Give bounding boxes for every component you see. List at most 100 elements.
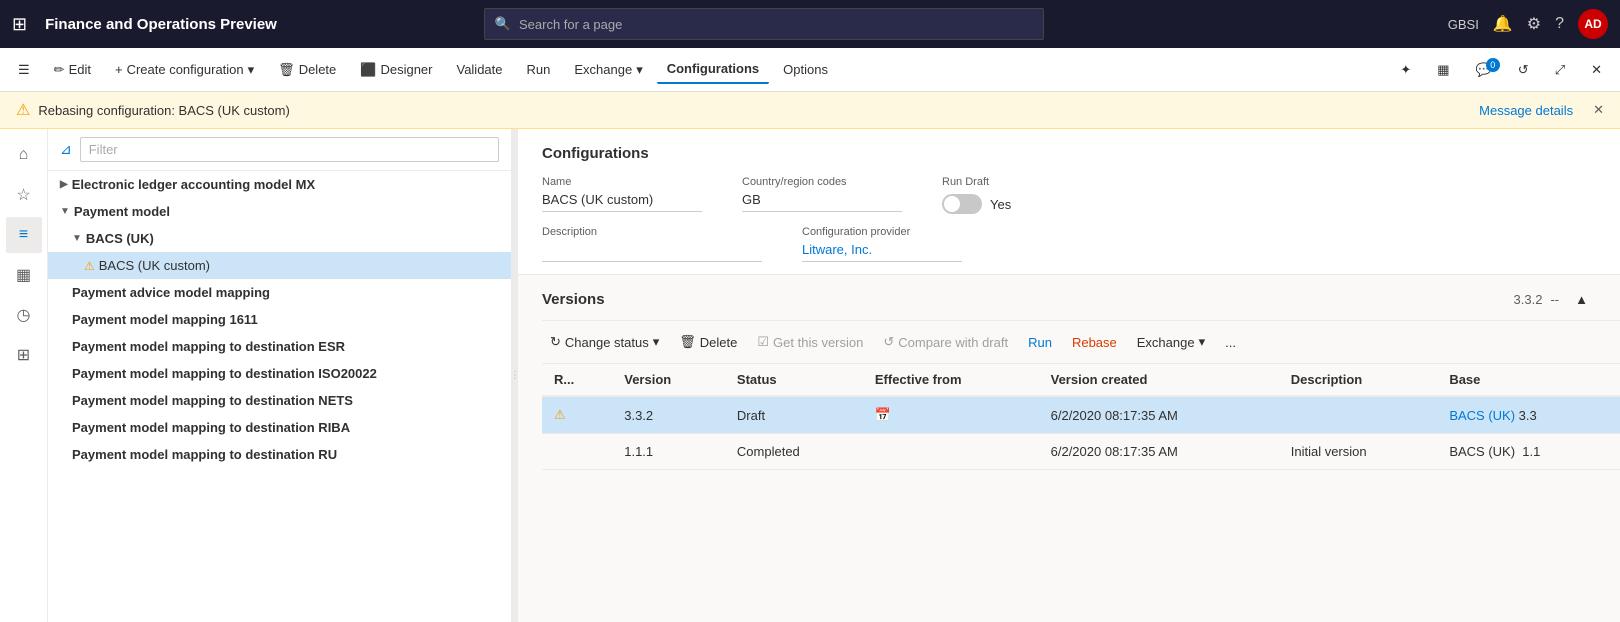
provider-label: Configuration provider (802, 226, 962, 238)
notification-badge-button[interactable]: 💬 0 (1466, 56, 1502, 84)
versions-exchange-button[interactable]: Exchange ▾ (1129, 329, 1213, 355)
tree-item-payment-model[interactable]: ▼ Payment model (48, 198, 511, 225)
row-created: 6/2/2020 08:17:35 AM (1039, 396, 1279, 434)
tree-item-mapping-riba[interactable]: Payment model mapping to destination RIB… (48, 414, 511, 441)
top-header: ⊞ Finance and Operations Preview 🔍 GBSI … (0, 0, 1620, 48)
filter-input[interactable] (80, 137, 499, 162)
refresh-button[interactable]: ↺ (1508, 56, 1539, 84)
columns-button[interactable]: ▦ (1427, 56, 1459, 84)
help-icon[interactable]: ? (1555, 15, 1564, 33)
cmd-right-icons: ✦ ▦ 💬 0 ↺ ⤢ ✕ (1390, 56, 1612, 84)
tree-item-bacs-uk[interactable]: ▼ BACS (UK) (48, 225, 511, 252)
tree-item-electronic-ledger[interactable]: ▶ Electronic ledger accounting model MX (48, 171, 511, 198)
tree-item-label: BACS (UK custom) (99, 258, 210, 273)
options-button[interactable]: Options (773, 56, 838, 83)
tree-item-label: Payment model (74, 204, 170, 219)
country-field: Country/region codes GB (742, 176, 902, 214)
row-description (1279, 396, 1438, 434)
tree-item-payment-advice[interactable]: Payment advice model mapping (48, 279, 511, 306)
warning-message: Rebasing configuration: BACS (UK custom) (38, 103, 289, 118)
tree-item-label: BACS (UK) (86, 231, 154, 246)
sidebar-grid-icon[interactable]: ▦ (6, 257, 42, 293)
search-input[interactable] (519, 17, 1033, 32)
description-value (542, 240, 762, 262)
change-status-button[interactable]: ↻ Change status ▾ (542, 329, 667, 355)
chevron-down-icon: ▾ (248, 62, 255, 78)
message-details-link[interactable]: Message details (1479, 103, 1573, 118)
exchange-button[interactable]: Exchange ▾ (564, 56, 652, 84)
chevron-down-icon: ▼ (72, 233, 82, 244)
run-draft-field: Run Draft Yes (942, 176, 1102, 214)
sidebar-clock-icon[interactable]: ◷ (6, 297, 42, 333)
toggle-knob (944, 196, 960, 212)
toggle-container: Yes (942, 194, 1102, 214)
config-section-title: Configurations (542, 145, 1596, 162)
row-status: Draft (725, 396, 863, 434)
tree-item-mapping-ru[interactable]: Payment model mapping to destination RU (48, 441, 511, 468)
gear-icon[interactable]: ⚙ (1527, 14, 1541, 34)
menu-button[interactable]: ☰ (8, 56, 40, 84)
popout-button[interactable]: ⤢ (1545, 56, 1575, 84)
run-draft-toggle[interactable] (942, 194, 982, 214)
col-effective: Effective from (863, 364, 1039, 396)
content-panel: Configurations Name BACS (UK custom) Cou… (518, 129, 1620, 622)
validate-button[interactable]: Validate (446, 56, 512, 83)
calendar-icon[interactable]: 📅 (875, 407, 891, 422)
name-field: Name BACS (UK custom) (542, 176, 702, 214)
change-status-chevron: ▾ (653, 334, 660, 350)
config-header: Configurations Name BACS (UK custom) Cou… (518, 129, 1620, 275)
more-options-button[interactable]: ... (1217, 330, 1244, 355)
base-link[interactable]: BACS (UK) (1449, 408, 1515, 423)
col-created: Version created (1039, 364, 1279, 396)
table-header-row: R... Version Status Effective from Versi… (542, 364, 1620, 396)
provider-value[interactable]: Litware, Inc. (802, 240, 962, 262)
versions-delete-button[interactable]: 🗑 Delete (671, 329, 745, 355)
tree-item-mapping-esr[interactable]: Payment model mapping to destination ESR (48, 333, 511, 360)
tree-item-mapping-iso20022[interactable]: Payment model mapping to destination ISO… (48, 360, 511, 387)
row-status: Completed (725, 434, 863, 470)
chevron-down-icon: ▼ (60, 206, 70, 217)
header-right: GBSI 🔔 ⚙ ? AD (1448, 9, 1608, 39)
tree-item-mapping-nets[interactable]: Payment model mapping to destination NET… (48, 387, 511, 414)
banner-close-icon[interactable]: ✕ (1593, 102, 1604, 118)
rebase-button[interactable]: Rebase (1064, 330, 1125, 355)
table-row[interactable]: 1.1.1 Completed 6/2/2020 08:17:35 AM Ini… (542, 434, 1620, 470)
sparkle-button[interactable]: ✦ (1390, 56, 1421, 84)
tree-item-payment-mapping-1611[interactable]: Payment model mapping 1611 (48, 306, 511, 333)
tree-item-label: Payment advice model mapping (72, 285, 270, 300)
sidebar-star-icon[interactable]: ☆ (6, 177, 42, 213)
tree-item-label: Payment model mapping to destination NET… (72, 393, 353, 408)
close-button[interactable]: ✕ (1581, 56, 1612, 84)
avatar[interactable]: AD (1578, 9, 1608, 39)
get-this-version-button[interactable]: ☑ Get this version (749, 329, 871, 355)
run-draft-yes: Yes (990, 197, 1011, 212)
designer-button[interactable]: ⬛ Designer (350, 56, 442, 84)
row-base: BACS (UK) 1.1 (1437, 434, 1620, 470)
description-field: Description (542, 226, 762, 262)
version-number: 3.3.2 (1514, 292, 1543, 307)
compare-with-draft-button[interactable]: ↺ Compare with draft (875, 329, 1016, 355)
row-base: BACS (UK) 3.3 (1437, 396, 1620, 434)
sidebar-table-icon[interactable]: ⊞ (6, 337, 42, 373)
tree-filter-bar: ⊿ (48, 129, 511, 171)
version-nav-up[interactable]: ▲ (1567, 287, 1596, 312)
edit-button[interactable]: ✏ Edit (44, 56, 101, 84)
col-base: Base (1437, 364, 1620, 396)
delete-button[interactable]: 🗑 Delete (268, 56, 346, 84)
row-effective (863, 434, 1039, 470)
col-version: Version (612, 364, 725, 396)
create-config-button[interactable]: + Create configuration ▾ (105, 56, 264, 84)
run-button[interactable]: Run (517, 56, 561, 83)
sidebar-home-icon[interactable]: ⌂ (6, 137, 42, 173)
table-row[interactable]: ⚠ 3.3.2 Draft 📅 6/2/2020 08:17:35 AM BAC… (542, 396, 1620, 434)
config-fields: Name BACS (UK custom) Country/region cod… (542, 176, 1596, 214)
configurations-tab[interactable]: Configurations (657, 55, 769, 84)
versions-run-button[interactable]: Run (1020, 330, 1060, 355)
name-value: BACS (UK custom) (542, 190, 702, 212)
bell-icon[interactable]: 🔔 (1493, 14, 1513, 34)
grid-icon[interactable]: ⊞ (12, 14, 27, 35)
row-warn-cell: ⚠ (542, 396, 612, 434)
tree-item-bacs-uk-custom[interactable]: ⚠ BACS (UK custom) (48, 252, 511, 279)
sidebar-list-icon[interactable]: ≡ (6, 217, 42, 253)
versions-nav: 3.3.2 -- ▲ (1514, 287, 1596, 312)
